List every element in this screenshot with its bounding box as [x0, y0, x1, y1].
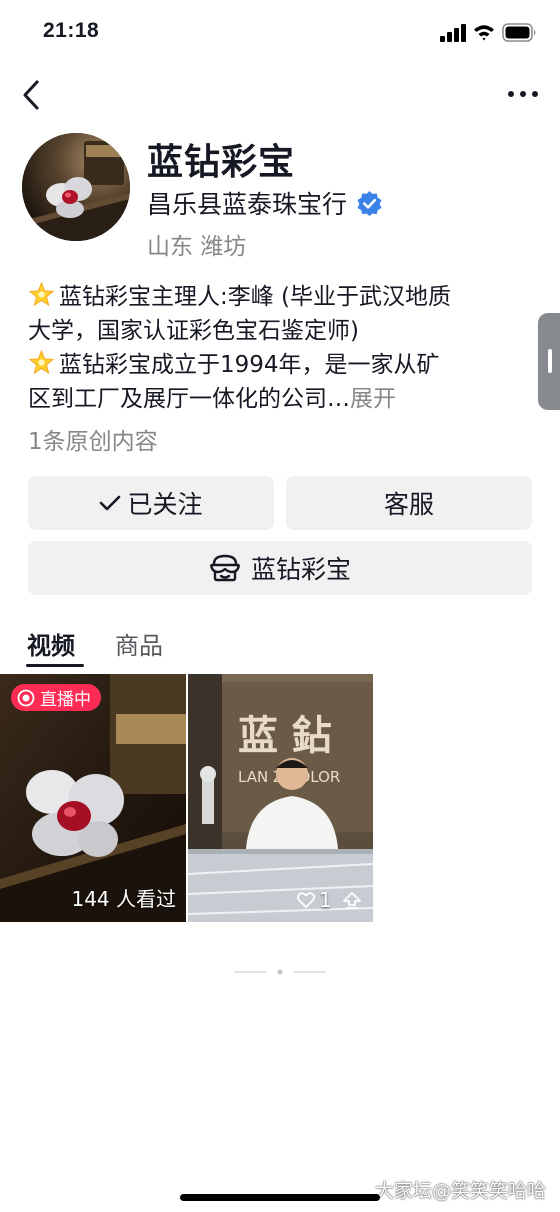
video-card[interactable]: 蓝 鉆 LAN Z COLOR 1	[188, 674, 373, 922]
pin-icon	[343, 892, 361, 909]
side-drawer-handle[interactable]	[538, 313, 560, 410]
avatar[interactable]	[22, 133, 130, 241]
store-label: 蓝钻彩宝	[250, 555, 351, 584]
watermark: 大家坛@笑笑笑哈哈	[374, 1180, 546, 1202]
views-count: 144 人看过	[71, 887, 176, 911]
showroom-thumbnail: 蓝 鉆 LAN Z COLOR	[188, 674, 373, 922]
bio-text-3: 蓝钻彩宝成立于1994年，是一家从矿	[59, 352, 440, 378]
bio-text-4: 区到工厂及展厅一体化的公司…	[28, 386, 350, 412]
bio-text-1: 蓝钻彩宝主理人:李峰 (毕业于武汉地质	[59, 284, 452, 310]
signal-icon	[440, 24, 466, 42]
bio-line-3: 蓝钻彩宝成立于1994年，是一家从矿	[28, 348, 528, 382]
live-badge: 直播中	[11, 684, 101, 711]
bio: 蓝钻彩宝主理人:李峰 (毕业于武汉地质 大学，国家认证彩色宝石鉴定师) 蓝钻彩宝…	[28, 280, 528, 416]
battery-icon	[502, 23, 536, 42]
status-bar: 21:18	[0, 0, 560, 64]
like-count: 1	[319, 888, 332, 912]
live-icon	[17, 689, 35, 706]
company-name: 昌乐县蓝泰珠宝行	[147, 190, 348, 219]
video-card-live[interactable]: 直播中 144 人看过	[0, 674, 186, 922]
company-row: 昌乐县蓝泰珠宝行	[147, 186, 383, 220]
wifi-icon	[474, 25, 494, 41]
back-button[interactable]	[18, 78, 48, 112]
star-icon	[28, 349, 55, 375]
ring-photo	[22, 133, 130, 241]
followed-button[interactable]: 已关注	[28, 476, 274, 530]
bio-line-2: 大学，国家认证彩色宝石鉴定师)	[28, 318, 359, 344]
loading-indicator	[234, 969, 326, 975]
status-time: 21:18	[43, 19, 100, 42]
live-badge-label: 直播中	[40, 690, 91, 710]
original-content-count: 1条原创内容	[28, 429, 158, 455]
svg-text:蓝 鉆: 蓝 鉆	[238, 712, 332, 759]
store-button[interactable]: 蓝钻彩宝	[28, 541, 532, 595]
customer-service-label: 客服	[383, 490, 434, 519]
like-count-row: 1	[297, 888, 332, 912]
location: 山东 潍坊	[147, 234, 247, 260]
check-icon	[100, 495, 121, 511]
tab-active-indicator	[26, 664, 84, 667]
bio-line-1: 蓝钻彩宝主理人:李峰 (毕业于武汉地质	[28, 280, 528, 314]
heart-icon	[297, 892, 315, 908]
profile-name: 蓝钻彩宝	[147, 142, 296, 183]
customer-service-button[interactable]: 客服	[286, 476, 532, 530]
star-icon	[28, 281, 55, 307]
store-icon	[210, 554, 240, 582]
verified-badge-icon	[357, 190, 382, 216]
bio-line-4: 区到工厂及展厅一体化的公司…展开	[28, 382, 528, 416]
tab-videos[interactable]: 视频	[27, 626, 75, 661]
home-indicator[interactable]	[180, 1194, 380, 1201]
followed-label: 已关注	[127, 490, 203, 519]
more-button[interactable]	[506, 84, 540, 104]
expand-link[interactable]: 展开	[350, 386, 396, 412]
tab-products[interactable]: 商品	[115, 626, 163, 661]
